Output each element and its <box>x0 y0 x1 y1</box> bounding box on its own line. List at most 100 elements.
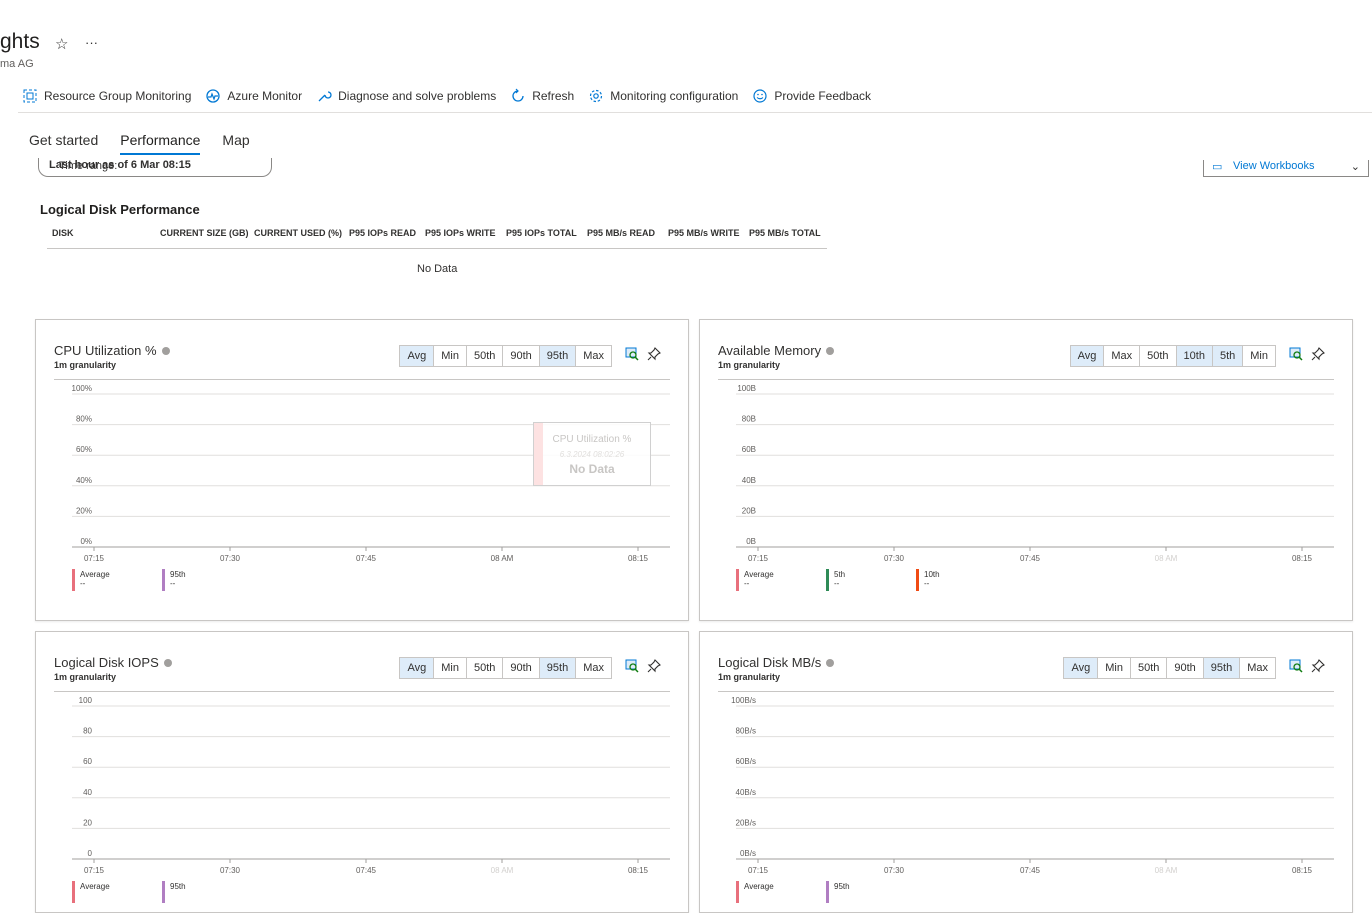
legend-label: Average <box>744 882 774 891</box>
tooltip-no-data: No Data <box>569 462 615 476</box>
tab-get-started[interactable]: Get started <box>29 132 98 155</box>
time-range-label: Time range: <box>59 160 118 172</box>
disk-table-header: DISK CURRENT SIZE (GB) CURRENT USED (%) … <box>47 222 827 249</box>
y-tick-label: 0B <box>746 537 756 546</box>
legend-item[interactable]: Average -- <box>72 569 152 593</box>
refresh-button[interactable]: Refresh <box>510 88 574 104</box>
col-p95-mbs-write[interactable]: P95 MB/s WRITE <box>668 228 740 238</box>
x-tick-label: 08:15 <box>628 554 649 563</box>
resource-group-icon <box>23 89 37 103</box>
chart-card-cpu: CPU Utilization % 1m granularity Avg Min 50t… <box>35 319 689 621</box>
y-tick-label: 60B <box>742 445 756 454</box>
azure-monitor-button[interactable]: Azure Monitor <box>205 88 302 104</box>
disk-table-empty: No Data <box>417 263 458 275</box>
tab-performance[interactable]: Performance <box>120 132 201 155</box>
x-tick-label: 08:15 <box>1292 866 1313 875</box>
legend-item[interactable]: Average <box>72 881 152 905</box>
legend-color-swatch <box>162 569 165 591</box>
x-tick-label: 07:30 <box>884 554 905 563</box>
tooltip-title: CPU Utilization % <box>552 434 632 445</box>
legend-color-swatch <box>826 881 829 903</box>
azure-monitor-label: Azure Monitor <box>227 89 303 103</box>
azure-monitor-icon <box>206 89 221 103</box>
chevron-down-icon: ⌄ <box>1350 161 1360 173</box>
legend-item[interactable]: 10th -- <box>916 569 996 593</box>
legend-item[interactable]: Average -- <box>736 569 816 593</box>
diagnose-label: Diagnose and solve problems <box>338 89 497 103</box>
chart-card-mbs: Logical Disk MB/s 1m granularity Avg Min 50t… <box>699 631 1353 913</box>
y-tick-label: 100B/s <box>731 696 756 705</box>
monitoring-configuration-button[interactable]: Monitoring configuration <box>588 88 738 104</box>
diagnose-button[interactable]: Diagnose and solve problems <box>316 88 496 104</box>
col-p95-mbs-total[interactable]: P95 MB/s TOTAL <box>749 228 821 238</box>
y-tick-label: 40% <box>76 476 92 485</box>
legend-color-swatch <box>736 569 739 591</box>
y-tick-label: 60 <box>83 757 92 766</box>
x-tick-label: 08 AM <box>1155 866 1178 875</box>
legend-label: Average <box>80 570 110 579</box>
legend-label: 95th <box>170 570 186 579</box>
chart-plot-area: 100B/s 80B/s 60B/s 40B/s 20B/s 0B/s 07:15 07:30… <box>731 696 1334 875</box>
x-tick-label: 08:15 <box>628 866 649 875</box>
legend-item[interactable]: 95th <box>826 881 906 905</box>
wrench-icon <box>318 91 332 102</box>
workbook-icon: ▭ <box>1212 161 1223 173</box>
legend-color-swatch <box>916 569 919 591</box>
x-tick-label: 07:15 <box>748 554 769 563</box>
disk-table-title: Logical Disk Performance <box>40 202 200 217</box>
legend-label: 5th <box>834 570 846 579</box>
x-tick-label: 07:30 <box>884 866 905 875</box>
legend-color-swatch <box>736 881 739 903</box>
legend-value: -- <box>744 579 750 588</box>
x-tick-label: 08 AM <box>491 554 514 563</box>
y-tick-label: 20B/s <box>736 818 756 827</box>
smiley-icon <box>753 89 767 103</box>
legend-color-swatch <box>162 881 165 903</box>
col-current-size[interactable]: CURRENT SIZE (GB) <box>160 228 249 238</box>
chart-card-mem: Available Memory 1m granularity Avg Max 50th… <box>699 319 1353 621</box>
view-workbooks-dropdown[interactable]: ▭ View Workbooks ⌄ <box>1203 160 1369 177</box>
y-tick-label: 80B/s <box>736 727 756 736</box>
legend-item[interactable]: 95th <box>162 881 242 905</box>
col-p95-iops-write[interactable]: P95 IOPs WRITE <box>425 228 496 238</box>
legend-color-swatch <box>72 881 75 903</box>
y-tick-label: 20 <box>83 818 92 827</box>
legend-label: 95th <box>834 882 850 891</box>
col-p95-mbs-read[interactable]: P95 MB/s READ <box>587 228 655 238</box>
legend-item[interactable]: Average <box>736 881 816 905</box>
provide-feedback-label: Provide Feedback <box>774 89 872 103</box>
x-tick-label: 07:45 <box>1020 866 1041 875</box>
y-tick-label: 80B <box>742 415 756 424</box>
resource-group-monitoring-button[interactable]: Resource Group Monitoring <box>22 88 191 104</box>
disk-table: DISK CURRENT SIZE (GB) CURRENT USED (%) … <box>47 222 827 249</box>
y-tick-label: 60B/s <box>736 757 756 766</box>
toolbar-divider <box>18 112 1372 113</box>
gear-icon <box>590 89 603 103</box>
col-p95-iops-total[interactable]: P95 IOPs TOTAL <box>506 228 577 238</box>
provide-feedback-button[interactable]: Provide Feedback <box>752 88 871 104</box>
y-tick-label: 60% <box>76 445 92 454</box>
x-tick-label: 08 AM <box>1155 554 1178 563</box>
view-workbooks-label: View Workbooks <box>1233 160 1315 172</box>
favorite-star-icon[interactable]: ☆ <box>55 35 68 53</box>
x-tick-label: 08 AM <box>491 866 514 875</box>
tab-map[interactable]: Map <box>222 132 249 155</box>
chart-plot-area: 100 80 60 40 20 0 07:15 07:30 07:45 08 AM 08:15 <box>72 696 670 875</box>
legend-item[interactable]: 95th -- <box>162 569 242 593</box>
refresh-label: Refresh <box>532 89 575 103</box>
col-p95-iops-read[interactable]: P95 IOPs READ <box>349 228 416 238</box>
resource-group-monitoring-label: Resource Group Monitoring <box>44 89 192 103</box>
legend-label: Average <box>744 570 774 579</box>
x-tick-label: 07:45 <box>1020 554 1041 563</box>
col-disk[interactable]: DISK <box>52 228 74 238</box>
col-current-used[interactable]: CURRENT USED (%) <box>254 228 342 238</box>
x-tick-label: 07:15 <box>748 866 769 875</box>
time-range-picker[interactable]: Time range: Last hour as of 6 Mar 08:15 <box>38 158 272 177</box>
y-tick-label: 80% <box>76 415 92 424</box>
command-bar: Resource Group Monitoring Azure Monitor … <box>22 88 885 104</box>
legend-value: -- <box>834 579 840 588</box>
legend-value: -- <box>170 579 176 588</box>
more-options-icon[interactable]: ··· <box>85 35 98 50</box>
y-tick-label: 40B/s <box>736 788 756 797</box>
legend-item[interactable]: 5th -- <box>826 569 906 593</box>
